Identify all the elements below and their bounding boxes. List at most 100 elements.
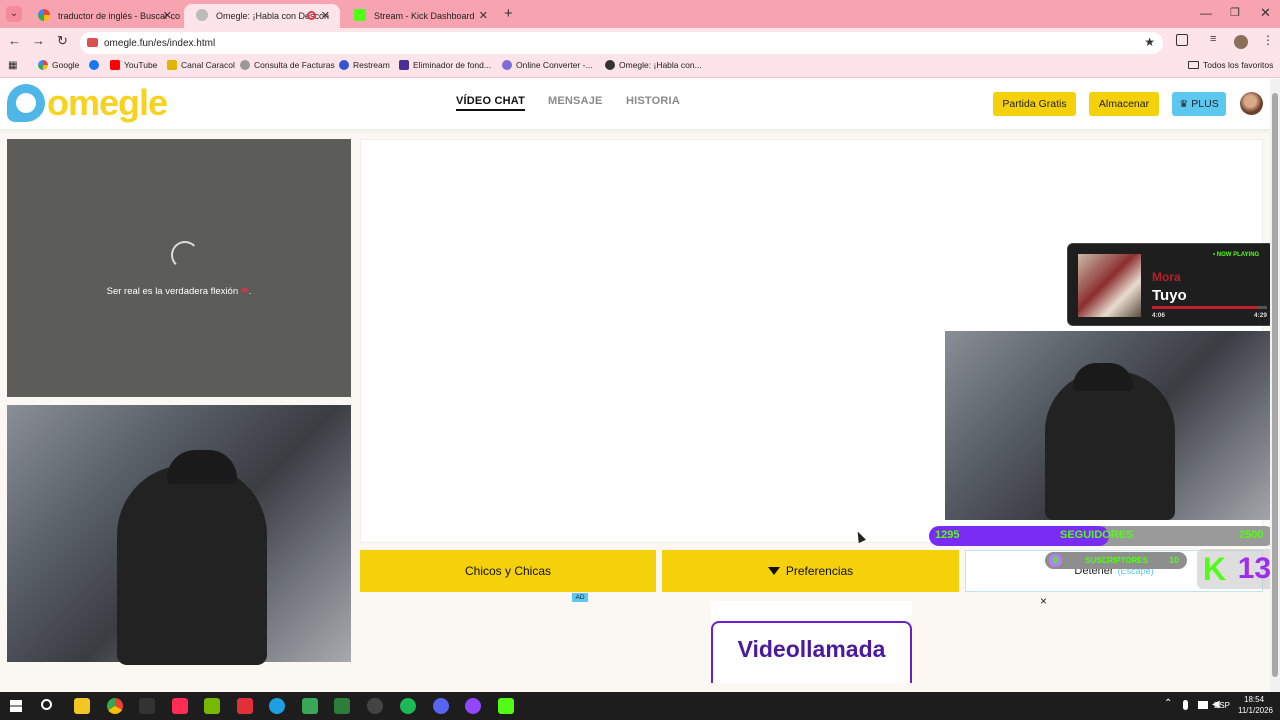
bookmark-label: Canal Caracol bbox=[181, 60, 235, 70]
cap-shape bbox=[1073, 363, 1133, 391]
tab-close-icon[interactable]: ✕ bbox=[163, 9, 172, 22]
bookmark-eliminador[interactable]: Eliminador de fond... bbox=[399, 60, 491, 70]
followers-goal: 2500 bbox=[1239, 529, 1264, 541]
bookmark-facebook[interactable] bbox=[89, 60, 99, 70]
followers-current: 1295 bbox=[935, 529, 960, 541]
app-icon[interactable] bbox=[302, 698, 318, 714]
bookmark-facturas[interactable]: Consulta de Facturas bbox=[240, 60, 335, 70]
plus-button[interactable]: ♛ PLUS bbox=[1172, 92, 1226, 116]
bookmark-youtube[interactable]: YouTube bbox=[110, 60, 157, 70]
tab-omegle[interactable]: Omegle: ¡Habla con Descon ✕ bbox=[184, 4, 340, 28]
tiktok-icon[interactable] bbox=[172, 698, 188, 714]
ad-banner[interactable]: Videollamada bbox=[711, 601, 912, 683]
reload-icon[interactable]: ↻ bbox=[57, 33, 68, 49]
file-explorer-icon[interactable] bbox=[74, 698, 90, 714]
nav-mensaje[interactable]: MENSAJE bbox=[548, 95, 603, 107]
page-scrollbar[interactable] bbox=[1270, 79, 1280, 692]
site-header: omegle VÍDEO CHAT MENSAJE HISTORIA Parti… bbox=[0, 79, 1270, 129]
menu-icon[interactable]: ⋮ bbox=[1262, 33, 1274, 47]
tab-kick[interactable]: Stream - Kick Dashboard ✕ bbox=[342, 4, 498, 28]
browser-tab-bar: ⌄ traductor de inglés - Buscar co ✕ Omeg… bbox=[0, 0, 1280, 28]
scrollbar-thumb[interactable] bbox=[1272, 93, 1278, 677]
kick-icon bbox=[354, 9, 366, 21]
media-icon[interactable]: ≡ bbox=[1210, 33, 1216, 45]
bookmark-label: Eliminador de fond... bbox=[413, 60, 491, 70]
preferences-label: Preferencias bbox=[785, 564, 854, 578]
apps-icon[interactable]: ▦ bbox=[8, 60, 17, 71]
twitch-icon[interactable] bbox=[465, 698, 481, 714]
language-indicator[interactable]: ESP bbox=[1214, 701, 1230, 710]
gender-filter-button[interactable]: Chicos y Chicas bbox=[360, 550, 656, 592]
logo-bubble-icon bbox=[7, 84, 45, 122]
bookmark-restream[interactable]: Restream bbox=[339, 60, 390, 70]
windows-start-icon[interactable] bbox=[10, 700, 22, 712]
bookmark-label: Consulta de Facturas bbox=[254, 60, 335, 70]
tab-translator[interactable]: traductor de inglés - Buscar co ✕ bbox=[26, 4, 182, 28]
tab-label: traductor de inglés - Buscar co bbox=[58, 11, 181, 21]
clock-time[interactable]: 18:54 bbox=[1244, 695, 1264, 704]
nvidia-icon[interactable] bbox=[204, 698, 220, 714]
bookmark-converter[interactable]: Online Converter -... bbox=[502, 60, 593, 70]
facebook-icon bbox=[89, 60, 99, 70]
kick-taskbar-icon[interactable] bbox=[498, 698, 514, 714]
tray-chevron-icon[interactable]: ⌃ bbox=[1164, 698, 1172, 709]
spotify-icon[interactable] bbox=[400, 698, 416, 714]
free-match-button[interactable]: Partida Gratis bbox=[993, 92, 1076, 116]
filter-icon bbox=[767, 567, 780, 575]
kick-count: 13 bbox=[1237, 552, 1272, 585]
tab-close-icon[interactable]: ✕ bbox=[479, 9, 488, 22]
restore-icon[interactable]: ❐ bbox=[1230, 6, 1240, 19]
tab-search-icon[interactable]: ⌄ bbox=[6, 6, 22, 22]
kick-counter: K 13 bbox=[1197, 549, 1277, 589]
profile-avatar[interactable] bbox=[1234, 35, 1248, 49]
edge-icon[interactable] bbox=[269, 698, 285, 714]
forward-icon[interactable]: → bbox=[32, 33, 45, 48]
discord-icon[interactable] bbox=[433, 698, 449, 714]
minimize-icon[interactable]: — bbox=[1200, 6, 1212, 20]
star-icon[interactable]: ★ bbox=[1144, 35, 1155, 49]
bookmark-omegle[interactable]: Omegle: ¡Habla con... bbox=[605, 60, 702, 70]
terminal-icon[interactable] bbox=[334, 698, 350, 714]
phone-icon bbox=[240, 60, 250, 70]
extensions-icon[interactable] bbox=[1176, 34, 1188, 46]
user-avatar[interactable] bbox=[1240, 92, 1263, 115]
now-playing-widget: • NOW PLAYING Mora Tuyo 4:06 4:29 bbox=[1067, 243, 1275, 326]
bookmark-all[interactable]: Todos los favoritos bbox=[1188, 60, 1273, 70]
network-icon[interactable] bbox=[1198, 701, 1208, 709]
omegle-logo[interactable]: omegle bbox=[7, 82, 168, 123]
song-title: Tuyo bbox=[1152, 287, 1187, 304]
subs-label: SUSCRIPTORES bbox=[1085, 556, 1148, 565]
restream-icon bbox=[339, 60, 349, 70]
bookmark-label: Todos los favoritos bbox=[1203, 60, 1274, 70]
close-window-icon[interactable]: ✕ bbox=[1260, 5, 1271, 21]
nav-video-chat[interactable]: VÍDEO CHAT bbox=[456, 95, 526, 111]
google-icon bbox=[38, 60, 48, 70]
bookmark-label: Restream bbox=[353, 60, 390, 70]
ad-close-icon[interactable]: × bbox=[1040, 594, 1047, 608]
clock-date[interactable]: 11/1/2026 bbox=[1238, 706, 1273, 715]
mic-icon[interactable] bbox=[1183, 700, 1188, 710]
recording-icon bbox=[307, 11, 316, 20]
folder-icon bbox=[1188, 61, 1199, 69]
nav-historia[interactable]: HISTORIA bbox=[626, 95, 680, 107]
artist-name: Mora bbox=[1152, 270, 1181, 284]
tab-close-icon[interactable]: ✕ bbox=[321, 9, 330, 22]
bookmark-google[interactable]: Google bbox=[38, 60, 79, 70]
cod-icon[interactable] bbox=[139, 698, 155, 714]
caracol-icon bbox=[167, 60, 177, 70]
store-button[interactable]: Almacenar bbox=[1089, 92, 1159, 116]
globe-icon bbox=[196, 9, 208, 21]
tf-icon[interactable] bbox=[237, 698, 253, 714]
logo-text: omegle bbox=[47, 82, 168, 123]
preferences-button[interactable]: Preferencias bbox=[662, 550, 959, 592]
time-elapsed: 4:06 bbox=[1152, 312, 1166, 319]
bookmark-caracol[interactable]: Canal Caracol bbox=[167, 60, 235, 70]
new-tab-button[interactable]: + bbox=[504, 5, 513, 22]
url-input[interactable]: omegle.fun/es/index.html ★ bbox=[80, 32, 1163, 54]
obs-icon[interactable] bbox=[367, 698, 383, 714]
chrome-icon[interactable] bbox=[107, 698, 123, 714]
search-icon[interactable] bbox=[41, 699, 52, 710]
url-text: omegle.fun/es/index.html bbox=[104, 37, 216, 49]
back-icon[interactable]: ← bbox=[8, 33, 21, 48]
google-icon bbox=[38, 9, 50, 21]
